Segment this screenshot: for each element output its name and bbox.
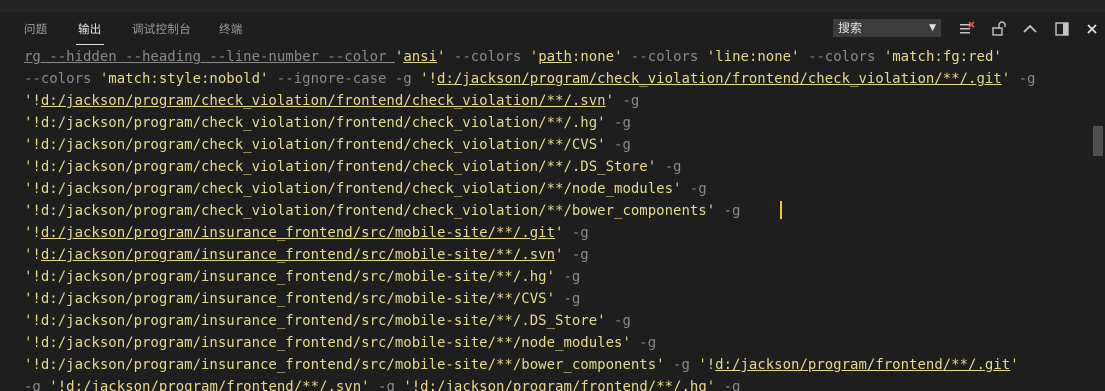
string-token: '! xyxy=(24,247,41,263)
output-line: '!d:/jackson/program/insurance_frontend/… xyxy=(24,354,1019,376)
string-token: '!d:/jackson/program/insurance_frontend/… xyxy=(24,313,606,329)
text-cursor xyxy=(780,201,782,219)
tab-terminal[interactable]: 终端 xyxy=(219,21,243,37)
string-token[interactable]: d:/jackson/program/insurance_frontend/sr… xyxy=(41,225,555,241)
tab-problems[interactable]: 问题 xyxy=(24,21,48,37)
string-token: '!d:/jackson/program/check_violation/fro… xyxy=(24,159,657,175)
output-line: '!d:/jackson/program/insurance_frontend/… xyxy=(24,244,589,266)
flag-token: -g xyxy=(664,357,699,373)
output-channel-value: 搜索 xyxy=(838,21,863,35)
flag-token: -g xyxy=(614,93,640,109)
dropdown-arrow-icon: ▼ xyxy=(929,23,936,33)
flag-token: --colors xyxy=(445,49,530,65)
string-token[interactable]: d:/jackson/program/insurance_frontend/sr… xyxy=(41,247,555,263)
flag-token: -g xyxy=(605,115,631,131)
scrollbar-thumb[interactable] xyxy=(1093,126,1103,156)
string-token: ' xyxy=(1001,71,1011,87)
output-line: '!d:/jackson/program/check_violation/fro… xyxy=(24,90,639,112)
string-token: '!d:/jackson/program/check_violation/fro… xyxy=(24,137,606,153)
string-token: '! xyxy=(49,379,67,391)
panel-header: 问题 输出 调试控制台 终端 搜索 ▼ xyxy=(0,12,1105,46)
flag-token: -g xyxy=(715,203,741,219)
output-line: --colors 'match:style:nobold' --ignore-c… xyxy=(24,68,1035,90)
string-token: '!d:/jackson/program/insurance_frontend/… xyxy=(24,291,556,307)
flag-token: -g xyxy=(681,181,707,197)
output-scrollbar[interactable] xyxy=(1091,46,1105,391)
flag-token: -g xyxy=(630,335,657,351)
flag-token: --colors xyxy=(24,71,100,87)
string-token[interactable]: d:/jackson/program/check_violation/front… xyxy=(41,93,606,109)
flag-token: -g xyxy=(555,269,581,285)
string-token: 'match:style:nobold' xyxy=(99,71,269,87)
output-line: '!d:/jackson/program/insurance_frontend/… xyxy=(24,222,589,244)
output-line: '!d:/jackson/program/insurance_frontend/… xyxy=(24,310,631,332)
output-line: '!d:/jackson/program/insurance_frontend/… xyxy=(24,332,656,354)
window-top-strip xyxy=(0,0,1105,12)
toggle-panel-icon[interactable] xyxy=(1053,20,1071,38)
output-line: '!d:/jackson/program/check_violation/fro… xyxy=(24,112,631,134)
output-line: '!d:/jackson/program/check_violation/fro… xyxy=(24,156,681,178)
string-token: ' xyxy=(605,93,615,109)
string-token: '! xyxy=(698,357,716,373)
string-token: '!d:/jackson/program/insurance_frontend/… xyxy=(24,357,665,373)
output-line: rg --hidden --heading --line-number --co… xyxy=(24,46,1002,68)
flag-token: -g xyxy=(24,379,50,391)
lock-scroll-icon[interactable] xyxy=(990,20,1008,38)
string-token[interactable]: d:/jackson/program/frontend/**/.git xyxy=(715,357,1010,373)
string-token[interactable]: d:/jackson/program/check_violation/front… xyxy=(437,71,1002,87)
string-token: '!d:/jackson/program/insurance_frontend/… xyxy=(24,335,631,351)
flag-token: -g xyxy=(605,313,631,329)
output-line: '!d:/jackson/program/check_violation/fro… xyxy=(24,178,707,200)
string-token: '!d:/jackson/program/check_violation/fro… xyxy=(24,115,606,131)
string-token[interactable]: path xyxy=(538,49,572,65)
string-token: ' xyxy=(361,379,370,391)
string-token: '!d:/jackson/program/check_violation/fro… xyxy=(24,203,716,219)
tab-debug-console[interactable]: 调试控制台 xyxy=(132,21,191,37)
string-token: 'line:none' xyxy=(706,49,800,65)
tab-output[interactable]: 输出 xyxy=(76,21,104,45)
string-token[interactable]: ansi xyxy=(403,49,437,65)
output-log[interactable]: rg --hidden --heading --line-number --co… xyxy=(0,46,1090,391)
flag-token[interactable]: rg --hidden --heading --line-number --co… xyxy=(24,49,395,65)
flag-token: -g xyxy=(369,379,404,391)
flag-token: --colors xyxy=(622,49,707,65)
string-token: '!d:/jackson/program/check_violation/fro… xyxy=(24,181,682,197)
string-token: :none' xyxy=(571,49,623,65)
string-token: '!d:/jackson/program/frontend/**/.hg' xyxy=(403,379,716,391)
string-token: '! xyxy=(24,93,41,109)
output-line: '!d:/jackson/program/check_violation/fro… xyxy=(24,200,740,222)
flag-token: -g xyxy=(605,137,631,153)
flag-token: -g xyxy=(656,159,682,175)
flag-token: -g xyxy=(1010,71,1036,87)
string-token: 'match:fg:red' xyxy=(883,49,1002,65)
output-channel-select[interactable]: 搜索 ▼ xyxy=(833,19,941,37)
output-line: '!d:/jackson/program/insurance_frontend/… xyxy=(24,266,580,288)
output-line: -g '!d:/jackson/program/frontend/**/.svn… xyxy=(24,376,741,391)
output-line: '!d:/jackson/program/insurance_frontend/… xyxy=(24,288,580,310)
string-token: ' xyxy=(529,49,539,65)
close-icon[interactable] xyxy=(1083,20,1101,38)
flag-token: --colors xyxy=(799,49,884,65)
flag-token: --ignore-case -g xyxy=(268,71,421,87)
string-token: '! xyxy=(24,225,41,241)
string-token: '! xyxy=(420,71,438,87)
flag-token: -g xyxy=(555,291,581,307)
clear-output-icon[interactable] xyxy=(958,20,976,38)
string-token: ' xyxy=(1010,357,1019,373)
flag-token: -g xyxy=(563,225,589,241)
string-token[interactable]: d:/jackson/program/frontend/**/.svn xyxy=(66,379,361,391)
flag-token: -g xyxy=(715,379,741,391)
chevron-up-icon[interactable] xyxy=(1021,20,1039,38)
output-line: '!d:/jackson/program/check_violation/fro… xyxy=(24,134,631,156)
string-token: '!d:/jackson/program/insurance_frontend/… xyxy=(24,269,556,285)
flag-token: -g xyxy=(563,247,589,263)
